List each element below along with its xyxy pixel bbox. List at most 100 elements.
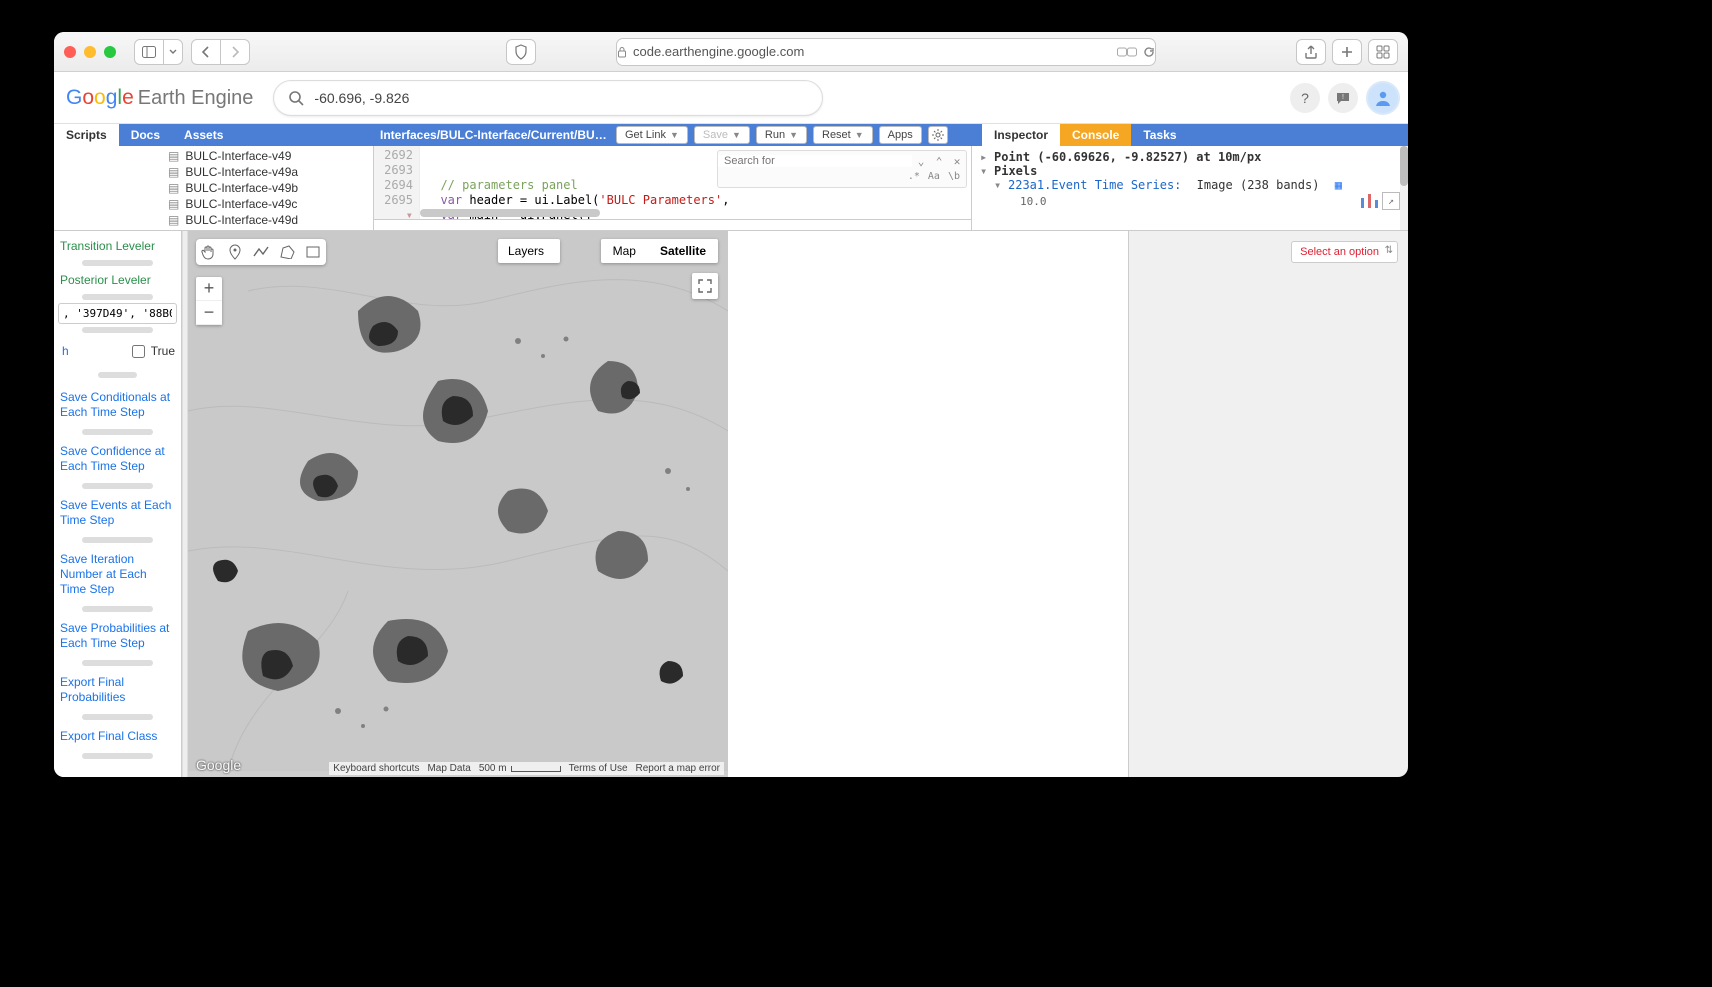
true-checkbox[interactable] (132, 345, 145, 358)
find-input[interactable] (718, 155, 912, 167)
posterior-leveler[interactable]: Posterior Leveler (58, 269, 177, 291)
list-icon[interactable]: ▦ (1335, 178, 1342, 192)
transition-leveler[interactable]: Transition Leveler (58, 235, 177, 257)
save-confidence[interactable]: Save Confidence at Each Time Step (58, 438, 177, 480)
zoom-controls: + − (196, 277, 222, 325)
chart-side-panel: Select an option (1128, 231, 1408, 777)
map-panel[interactable]: Layers Map Satellite + − Google Keyboard… (188, 231, 728, 777)
reader-icon[interactable] (1117, 46, 1137, 58)
slider[interactable] (82, 753, 153, 759)
code-editor-panel: 2692269326942695 ▾269626972698 // parame… (374, 146, 972, 230)
search-icon (288, 90, 304, 106)
search-input[interactable] (314, 90, 808, 106)
polygon-tool-icon[interactable] (278, 243, 296, 261)
code-editor[interactable]: 2692269326942695 ▾269626972698 // parame… (374, 146, 971, 220)
slider[interactable] (82, 483, 153, 489)
slider[interactable] (82, 537, 153, 543)
rectangle-tool-icon[interactable] (304, 243, 322, 261)
save-iteration[interactable]: Save Iteration Number at Each Time Step (58, 546, 177, 603)
reload-icon[interactable] (1143, 46, 1155, 58)
feedback-button[interactable]: ! (1328, 83, 1358, 113)
inspector-value: 10.0 (1020, 195, 1047, 208)
slider[interactable] (82, 714, 153, 720)
new-tab-button[interactable] (1332, 39, 1362, 65)
pan-tool-icon[interactable] (200, 243, 218, 261)
find-word[interactable]: \b (948, 171, 960, 182)
slider[interactable] (82, 660, 153, 666)
slider[interactable] (82, 606, 153, 612)
fullscreen-button[interactable] (692, 273, 718, 299)
privacy-shield[interactable] (506, 39, 536, 65)
find-bar: ⌄ ⌃ ✕ .* Aa \b (717, 150, 967, 188)
editor-settings[interactable] (928, 126, 948, 144)
search-box[interactable] (273, 80, 823, 116)
header-right: ? ! (1290, 81, 1400, 115)
popout-icon[interactable]: ↗ (1382, 192, 1400, 210)
layers-button[interactable]: Layers (498, 239, 560, 263)
find-close[interactable]: ✕ (948, 155, 966, 168)
save-conditionals[interactable]: Save Conditionals at Each Time Step (58, 384, 177, 426)
address-bar[interactable]: code.earthengine.google.com (616, 38, 1156, 66)
tab-scripts[interactable]: Scripts (54, 124, 119, 146)
slider[interactable] (82, 294, 153, 300)
file-icon: ▤ (168, 149, 179, 163)
terms-of-use[interactable]: Terms of Use (569, 763, 628, 774)
forward-button[interactable] (220, 39, 250, 65)
inspector-pixels: Pixels (994, 164, 1037, 178)
maptype-map[interactable]: Map (601, 239, 648, 263)
save-probabilities[interactable]: Save Probabilities at Each Time Step (58, 615, 177, 657)
app-header: Google Earth Engine ? ! (54, 72, 1408, 124)
tab-tasks[interactable]: Tasks (1131, 124, 1188, 146)
report-map-error[interactable]: Report a map error (636, 763, 720, 774)
maximize-window[interactable] (104, 46, 116, 58)
maptype-satellite[interactable]: Satellite (648, 239, 718, 263)
zoom-out[interactable]: − (196, 301, 222, 325)
apps-button[interactable]: Apps (879, 126, 922, 144)
google-earth-engine-logo[interactable]: Google Earth Engine (62, 86, 253, 110)
zoom-in[interactable]: + (196, 277, 222, 301)
editor-toolbar: Interfaces/BULC-Interface/Current/BULC-I… (374, 124, 972, 146)
tab-inspector[interactable]: Inspector (982, 124, 1060, 146)
back-button[interactable] (191, 39, 221, 65)
help-button[interactable]: ? (1290, 83, 1320, 113)
editor-hscroll[interactable] (420, 209, 600, 217)
slider[interactable] (82, 260, 153, 266)
slider[interactable] (82, 327, 153, 333)
tab-overview-button[interactable] (1368, 39, 1398, 65)
find-next[interactable]: ⌃ (930, 155, 948, 168)
user-avatar[interactable] (1366, 81, 1400, 115)
tree-item: ▤BULC-Interface-v49d (54, 212, 373, 228)
point-tool-icon[interactable] (226, 243, 244, 261)
save-events[interactable]: Save Events at Each Time Step (58, 492, 177, 534)
minimize-window[interactable] (84, 46, 96, 58)
console-scrollbar[interactable] (1400, 146, 1408, 230)
line-tool-icon[interactable] (252, 243, 270, 261)
run-button[interactable]: Run▼ (756, 126, 807, 144)
close-window[interactable] (64, 46, 76, 58)
export-final-probabilities[interactable]: Export Final Probabilities (58, 669, 177, 711)
hex-palette-input[interactable] (58, 303, 177, 324)
map-canvas[interactable] (188, 231, 728, 771)
find-case[interactable]: Aa (928, 171, 940, 182)
browser-window: code.earthengine.google.com Google Earth… (54, 32, 1408, 777)
keyboard-shortcuts[interactable]: Keyboard shortcuts (333, 763, 419, 774)
slider[interactable] (82, 429, 153, 435)
slider[interactable] (98, 372, 137, 378)
sidebar-toggle[interactable] (134, 39, 164, 65)
sidebar-menu[interactable] (163, 39, 183, 65)
tab-console[interactable]: Console (1060, 124, 1131, 146)
inspector-console[interactable]: ▸Point (-60.69626, -9.82527) at 10m/px ▾… (972, 146, 1408, 230)
tab-docs[interactable]: Docs (119, 124, 172, 146)
save-button[interactable]: Save▼ (694, 126, 750, 144)
reset-button[interactable]: Reset▼ (813, 126, 873, 144)
tab-assets[interactable]: Assets (172, 124, 235, 146)
find-prev[interactable]: ⌄ (912, 155, 930, 168)
scripts-tree[interactable]: ▤BULC-Interface-v49 ▤BULC-Interface-v49a… (54, 146, 373, 230)
map-data-label[interactable]: Map Data (427, 763, 470, 774)
export-final-class[interactable]: Export Final Class (58, 723, 177, 750)
share-button[interactable] (1296, 39, 1326, 65)
find-regex[interactable]: .* (908, 171, 920, 182)
inspector-series-label[interactable]: 223a1.Event Time Series: (1008, 178, 1181, 192)
chart-select[interactable]: Select an option (1291, 241, 1398, 263)
get-link-button[interactable]: Get Link▼ (616, 126, 688, 144)
